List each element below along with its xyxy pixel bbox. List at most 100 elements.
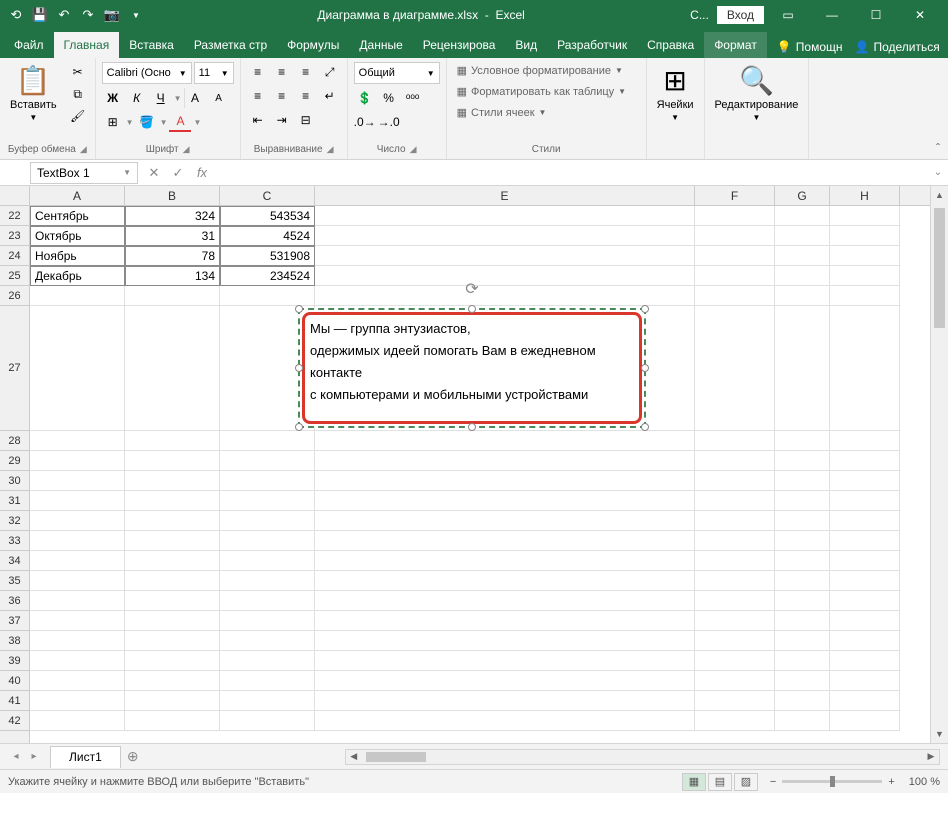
bold-button[interactable]: Ж: [102, 88, 124, 108]
cell[interactable]: [125, 511, 220, 531]
cell-styles-button[interactable]: ▦Стили ячеек▼: [453, 104, 640, 121]
resize-handle[interactable]: [641, 364, 649, 372]
resize-handle[interactable]: [295, 305, 303, 313]
row-header[interactable]: 35: [0, 571, 29, 591]
copy-button[interactable]: ⧉: [67, 84, 89, 104]
cell[interactable]: [315, 671, 695, 691]
italic-button[interactable]: К: [126, 88, 148, 108]
paste-button[interactable]: 📋 Вставить ▼: [6, 62, 61, 124]
rotate-handle-icon[interactable]: ⟳: [465, 276, 478, 303]
cell[interactable]: [830, 571, 900, 591]
orientation-button[interactable]: ⤢: [319, 62, 341, 82]
row-header[interactable]: 24: [0, 246, 29, 266]
cell[interactable]: [830, 591, 900, 611]
cell[interactable]: [30, 571, 125, 591]
cell[interactable]: [775, 671, 830, 691]
enter-icon[interactable]: ✓: [166, 162, 190, 184]
cancel-icon[interactable]: ✕: [142, 162, 166, 184]
cell[interactable]: [220, 611, 315, 631]
view-pagebreak-button[interactable]: ▨: [734, 773, 758, 791]
cell[interactable]: [315, 531, 695, 551]
align-middle-button[interactable]: ≡: [271, 62, 293, 82]
cell[interactable]: [30, 306, 125, 431]
accounting-button[interactable]: 💲: [354, 88, 376, 108]
worksheet-grid[interactable]: ABCEFGH 22232425262728293031323334353637…: [0, 186, 948, 743]
resize-handle[interactable]: [295, 423, 303, 431]
row-header[interactable]: 29: [0, 451, 29, 471]
borders-button[interactable]: ⊞: [102, 112, 124, 132]
cell[interactable]: [695, 206, 775, 226]
redo-icon[interactable]: ↷: [80, 7, 96, 23]
cell[interactable]: [315, 551, 695, 571]
tab-home[interactable]: Главная: [54, 32, 120, 58]
row-header[interactable]: 23: [0, 226, 29, 246]
cell[interactable]: [775, 611, 830, 631]
cell[interactable]: [775, 246, 830, 266]
cell[interactable]: [695, 471, 775, 491]
indent-dec-button[interactable]: ⇤: [247, 110, 269, 130]
cell[interactable]: Ноябрь: [30, 246, 125, 266]
cell[interactable]: [695, 611, 775, 631]
cell[interactable]: [125, 691, 220, 711]
tab-view[interactable]: Вид: [505, 32, 547, 58]
font-name-combo[interactable]: Calibri (Осно▼: [102, 62, 192, 84]
cell[interactable]: [695, 286, 775, 306]
cell[interactable]: [830, 471, 900, 491]
cell[interactable]: [220, 591, 315, 611]
scroll-up-button[interactable]: ▲: [931, 186, 948, 204]
wrap-text-button[interactable]: ↵: [319, 86, 341, 106]
cell[interactable]: [125, 451, 220, 471]
cell[interactable]: [220, 286, 315, 306]
format-table-button[interactable]: ▦Форматировать как таблицу▼: [453, 83, 640, 100]
camera-icon[interactable]: 📷: [104, 7, 120, 23]
row-header[interactable]: 41: [0, 691, 29, 711]
cell[interactable]: [830, 611, 900, 631]
cell[interactable]: [695, 451, 775, 471]
resize-handle[interactable]: [641, 305, 649, 313]
align-right-button[interactable]: ≡: [295, 86, 317, 106]
row-header[interactable]: 27: [0, 306, 29, 431]
share-button[interactable]: 👤Поделиться: [855, 40, 940, 54]
vertical-scrollbar[interactable]: ▲ ▼: [930, 186, 948, 743]
cell[interactable]: [315, 511, 695, 531]
cell[interactable]: [30, 591, 125, 611]
cell[interactable]: [315, 651, 695, 671]
cell[interactable]: [315, 611, 695, 631]
sheet-nav-first[interactable]: ◂: [8, 749, 24, 765]
tab-help[interactable]: Справка: [637, 32, 704, 58]
tab-pagelayout[interactable]: Разметка стр: [184, 32, 277, 58]
row-header[interactable]: 32: [0, 511, 29, 531]
cell[interactable]: [830, 491, 900, 511]
row-header[interactable]: 39: [0, 651, 29, 671]
row-header[interactable]: 40: [0, 671, 29, 691]
cell[interactable]: [695, 691, 775, 711]
zoom-out-button[interactable]: −: [770, 776, 776, 788]
undo-icon[interactable]: ↶: [56, 7, 72, 23]
select-all-corner[interactable]: [0, 186, 30, 206]
cell[interactable]: [125, 671, 220, 691]
decrease-decimal-button[interactable]: →.0: [378, 112, 400, 132]
column-header[interactable]: C: [220, 186, 315, 205]
cell[interactable]: [830, 691, 900, 711]
resize-handle[interactable]: [641, 423, 649, 431]
cell[interactable]: [220, 431, 315, 451]
cell[interactable]: [830, 206, 900, 226]
tab-review[interactable]: Рецензирова: [413, 32, 506, 58]
cell[interactable]: [30, 471, 125, 491]
column-header[interactable]: E: [315, 186, 695, 205]
cell[interactable]: [30, 691, 125, 711]
cell[interactable]: [830, 451, 900, 471]
cells-area[interactable]: Сентябрь324543534Октябрь314524Ноябрь7853…: [30, 206, 930, 743]
add-sheet-button[interactable]: ⊕: [121, 746, 145, 768]
cell[interactable]: [830, 511, 900, 531]
cell[interactable]: [315, 206, 695, 226]
cell[interactable]: [315, 691, 695, 711]
increase-decimal-button[interactable]: .0→: [354, 112, 376, 132]
cell[interactable]: [30, 286, 125, 306]
cell[interactable]: [125, 711, 220, 731]
cell[interactable]: [315, 246, 695, 266]
cell[interactable]: [830, 266, 900, 286]
resize-handle[interactable]: [295, 364, 303, 372]
hscroll-thumb[interactable]: [366, 752, 426, 762]
cell[interactable]: [30, 711, 125, 731]
